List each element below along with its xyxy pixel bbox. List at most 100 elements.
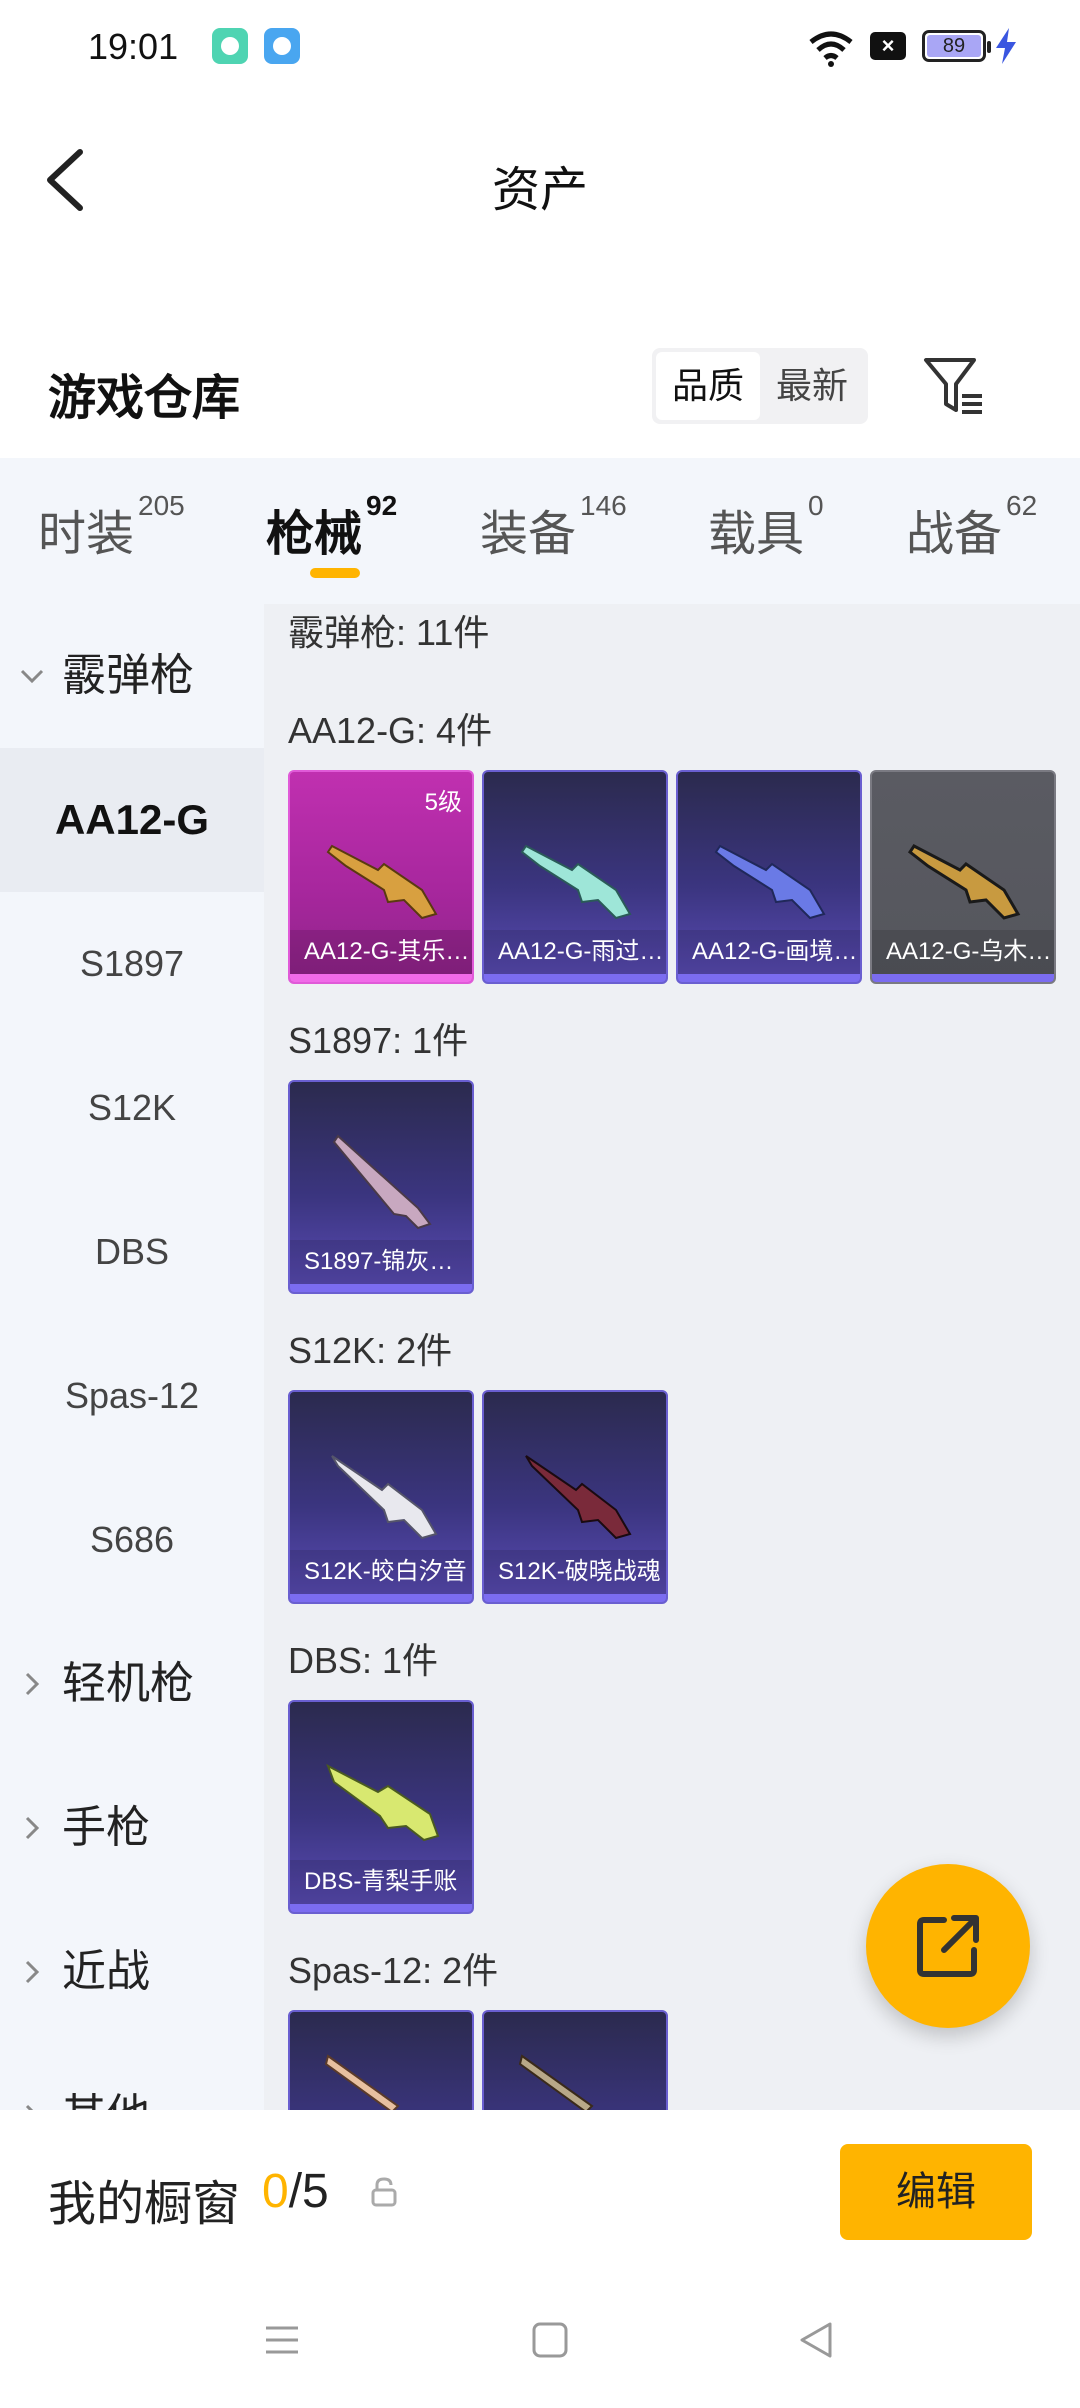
skin-level-badge: 5级 [424, 789, 462, 816]
share-icon [917, 1915, 979, 1977]
skin-name: S12K-皎白汐音 [290, 1550, 472, 1594]
sidebar-group-label: 手枪 [62, 1803, 150, 1852]
rarity-stripe [290, 1284, 472, 1292]
rarity-stripe [290, 1594, 472, 1602]
filter-icon[interactable] [922, 354, 986, 418]
skin-card[interactable]: AA12-G-雨过… [482, 770, 668, 984]
chevron-right-icon [25, 1816, 40, 1840]
warehouse-title: 游戏仓库 [48, 372, 241, 425]
showcase-total: /5 [288, 2165, 329, 2218]
sort-toggle: 品质 最新 [652, 348, 868, 424]
tab-active-indicator [310, 568, 360, 578]
shotgun-skin-image [332, 1134, 432, 1230]
sidebar-group-label: 其他 [62, 2091, 150, 2110]
sidebar-item-s12k[interactable]: S12K [0, 1036, 264, 1180]
sidebar-item-dbs[interactable]: DBS [0, 1180, 264, 1324]
showcase-label: 我的橱窗 [48, 2178, 241, 2231]
status-time: 19:01 [88, 26, 179, 67]
chevron-right-icon [25, 1960, 40, 1984]
section-label-dbs: DBS: 1件 [288, 1640, 439, 1681]
sort-quality-button[interactable]: 品质 [656, 352, 760, 420]
weather-notification-icon [264, 28, 300, 64]
menu-icon[interactable] [262, 2320, 302, 2360]
skin-card[interactable]: 5级 AA12-G-其乐… [288, 770, 474, 984]
tab-supplies[interactable]: 战备62 [906, 490, 1037, 564]
chevron-right-icon [25, 1672, 40, 1696]
skin-card[interactable]: S1897-锦灰… [288, 1080, 474, 1294]
tab-label: 载具 [708, 508, 805, 561]
tab-label: 时装 [38, 508, 135, 561]
category-tabs: 时装205 枪械92 装备146 载具0 战备62 [0, 458, 1080, 604]
skin-name: S1897-锦灰… [290, 1240, 472, 1284]
skin-card[interactable]: DBS-青梨手账 [288, 1700, 474, 1914]
tab-equipment[interactable]: 装备146 [480, 490, 627, 564]
showcase-count: 0/5 [262, 2164, 329, 2219]
sidebar-item-aa12g[interactable]: AA12-G [0, 748, 264, 892]
tab-count: 205 [138, 490, 185, 521]
skin-name: AA12-G-其乐… [290, 930, 472, 974]
tab-count: 62 [1006, 490, 1038, 521]
chevron-down-icon [20, 669, 44, 684]
tab-count: 92 [366, 490, 398, 521]
sidebar-item-spas12[interactable]: Spas-12 [0, 1324, 264, 1468]
page-title: 资产 [491, 164, 588, 217]
shotgun-skin-image [518, 2054, 594, 2110]
weapon-category-sidebar: 霰弹枪 AA12-G S1897 S12K DBS Spas-12 S686 轻… [0, 604, 264, 2110]
sidebar-group-label: 近战 [62, 1947, 150, 1996]
skin-card[interactable] [482, 2010, 668, 2110]
skin-name: AA12-G-雨过… [484, 930, 666, 974]
tab-firearms[interactable]: 枪械92 [266, 490, 397, 564]
tab-vehicles[interactable]: 载具0 [708, 490, 824, 564]
status-bar: 19:01 × 89 [0, 0, 1080, 96]
rarity-stripe [872, 974, 1054, 982]
app-notification-icon [212, 28, 248, 64]
rarity-stripe [484, 974, 666, 982]
rarity-stripe [678, 974, 860, 982]
shotgun-skin-image [525, 1455, 632, 1540]
sidebar-group-shotgun[interactable]: 霰弹枪 [0, 604, 264, 748]
showcase-current: 0 [262, 2165, 289, 2218]
tab-label: 战备 [906, 508, 1003, 561]
section-label-s12k: S12K: 2件 [288, 1330, 453, 1371]
shotgun-skin-image [326, 1763, 440, 1842]
skin-name: DBS-青梨手账 [290, 1860, 472, 1904]
no-sim-icon: × [870, 32, 906, 60]
sidebar-item-s1897[interactable]: S1897 [0, 892, 264, 1036]
wifi-icon [809, 31, 853, 67]
skin-card[interactable]: S12K-破晓战魂 [482, 1390, 668, 1604]
skin-card[interactable]: AA12-G-画境… [676, 770, 862, 984]
edit-button[interactable]: 编辑 [840, 2144, 1032, 2240]
shotgun-skin-image [326, 844, 438, 920]
showcase-bar: 我的橱窗 0/5 编辑 [0, 2110, 1080, 2280]
battery-level: 89 [927, 35, 981, 57]
share-fab-button[interactable] [866, 1864, 1030, 2028]
shotgun-skin-image [324, 2054, 400, 2110]
lock-icon [371, 2177, 397, 2207]
skin-card[interactable] [288, 2010, 474, 2110]
back-icon[interactable] [796, 2320, 836, 2360]
sort-latest-button[interactable]: 最新 [760, 352, 864, 420]
sidebar-group-melee[interactable]: 近战 [0, 1900, 264, 2044]
skin-name: AA12-G-乌木… [872, 930, 1054, 974]
battery-icon: 89 [922, 30, 991, 62]
tab-fashion[interactable]: 时装205 [38, 490, 185, 564]
skin-card[interactable]: S12K-皎白汐音 [288, 1390, 474, 1604]
shotgun-skin-image [520, 844, 632, 920]
skin-card[interactable]: AA12-G-乌木… [870, 770, 1056, 984]
section-label-spas12: Spas-12: 2件 [288, 1950, 499, 1991]
rarity-stripe [484, 1594, 666, 1602]
sidebar-group-lmg[interactable]: 轻机枪 [0, 1612, 264, 1756]
home-icon[interactable] [530, 2320, 570, 2360]
shotgun-count-header: 霰弹枪: 11件 [288, 612, 490, 653]
tab-count: 146 [580, 490, 627, 521]
shotgun-skin-image [331, 1455, 438, 1540]
shotgun-skin-image [907, 844, 1021, 920]
sidebar-item-s686[interactable]: S686 [0, 1468, 264, 1612]
sidebar-group-label: 轻机枪 [62, 1659, 194, 1708]
sidebar-group-other[interactable]: 其他 [0, 2044, 264, 2110]
section-label-aa12g: AA12-G: 4件 [288, 710, 493, 751]
skin-name: AA12-G-画境… [678, 930, 860, 974]
charging-icon [996, 28, 1016, 64]
system-nav-bar [0, 2280, 1080, 2408]
sidebar-group-pistol[interactable]: 手枪 [0, 1756, 264, 1900]
